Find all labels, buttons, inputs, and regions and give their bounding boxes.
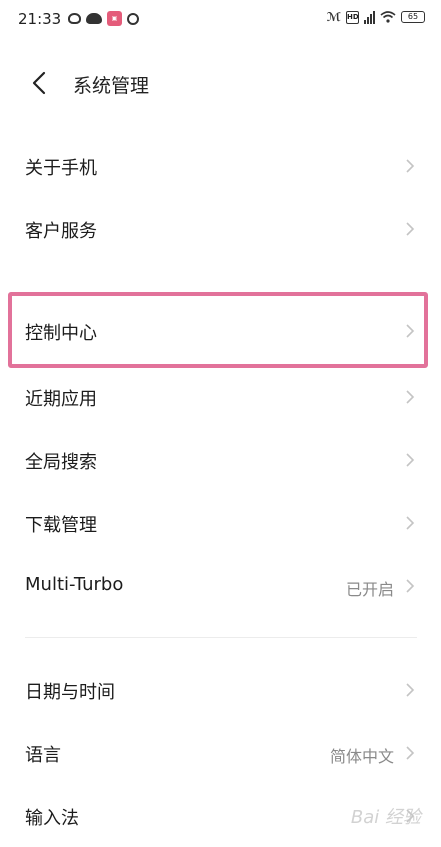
page-title: 系统管理 [73,75,150,97]
network-speed-icon: ℳ [326,10,341,24]
chevron-right-icon [406,746,415,760]
row-value: 已开启 [345,580,394,599]
settings-row-multi-turbo[interactable]: Multi-Turbo 已开启 [0,555,441,617]
title-bar: 系统管理 [0,55,441,111]
hd-icon: HD [346,10,359,24]
row-label: 关于手机 [25,158,97,179]
status-time: 21:33 [18,10,62,28]
chevron-right-icon [406,683,415,697]
highlight-box [8,292,428,368]
settings-row-date-time[interactable]: 日期与时间 [0,659,441,721]
system-icons: ℳ HD 65 [327,10,425,24]
watermark: Bai 经验 [350,807,421,828]
row-label: 语言 [25,745,61,766]
row-label: 全局搜索 [25,452,97,473]
battery-icon: 65 [401,11,425,23]
settings-row-download-management[interactable]: 下载管理 [0,492,441,554]
settings-row-language[interactable]: 语言 简体中文 [0,722,441,784]
row-label: 日期与时间 [25,682,115,703]
row-label: 近期应用 [25,389,97,410]
back-arrow-icon[interactable] [26,69,54,97]
settings-row-about-phone[interactable]: 关于手机 [0,135,441,197]
wifi-icon [380,11,396,23]
row-value: 简体中文 [329,747,394,766]
status-bar: 21:33 ▣ ℳ HD 65 [0,0,441,40]
chevron-right-icon [406,159,415,173]
signal-icon [364,10,375,24]
row-label: 输入法 [25,808,79,829]
chevron-right-icon [406,390,415,404]
circle-icon [127,12,139,25]
settings-row-customer-service[interactable]: 客户服务 [0,198,441,260]
settings-row-global-search[interactable]: 全局搜索 [0,429,441,491]
row-label: 下载管理 [25,515,97,536]
app-badge-icon: ▣ [107,11,122,26]
notification-icons: ▣ [68,11,139,26]
settings-row-recent-apps[interactable]: 近期应用 [0,366,441,428]
chevron-right-icon [406,453,415,467]
chevron-right-icon [406,579,415,593]
weibo-icon [68,13,81,24]
section-divider [25,637,417,638]
chevron-right-icon [406,516,415,530]
row-label: 客户服务 [25,221,97,242]
chevron-right-icon [406,222,415,236]
row-label: Multi-Turbo [25,574,124,595]
cloud-icon [86,13,102,24]
